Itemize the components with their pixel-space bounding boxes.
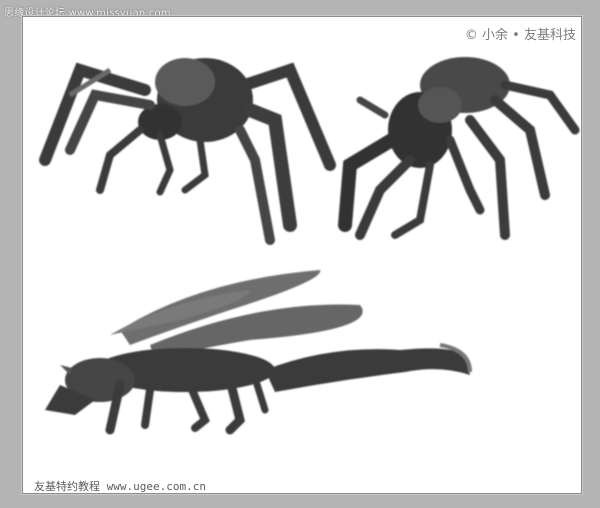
winged-creature-sketch [45, 270, 472, 435]
spider-sketch-left [39, 58, 336, 245]
spider-sketch-right [338, 57, 580, 240]
creature-sketches [39, 57, 580, 435]
author-watermark: © 小余 • 友基科技 [464, 28, 576, 43]
tutorial-watermark: 友基特约教程 www.ugee.com.cn [34, 480, 206, 493]
